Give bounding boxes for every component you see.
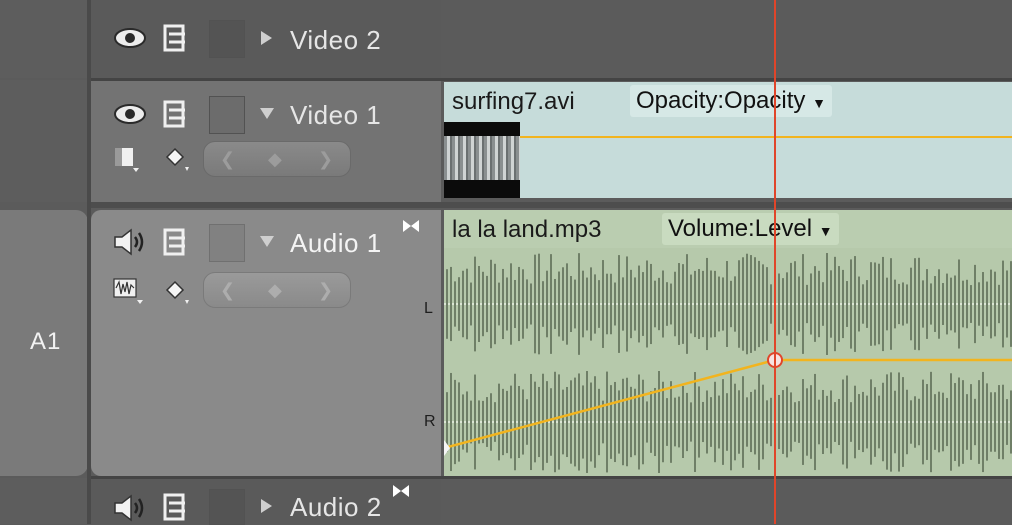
track-lock-box[interactable] <box>209 224 245 262</box>
source-patch-audio2[interactable] <box>0 478 88 524</box>
add-keyframe-icon[interactable]: ◆ <box>268 280 282 301</box>
track-lock-box[interactable] <box>209 96 245 134</box>
clip-thumbnail <box>444 122 520 198</box>
clip-property-label: Opacity:Opacity <box>636 87 806 114</box>
sync-lock-icon[interactable] <box>163 228 189 256</box>
clip-header: surfing7.avi Opacity:Opacity ▼ <box>444 82 1012 120</box>
source-patch-video2[interactable] <box>0 0 88 78</box>
source-patch-label: A1 <box>30 328 62 355</box>
keyframe-navigator[interactable]: ❮ ◆ ❯ <box>203 141 351 177</box>
channel-right-label: R <box>424 413 436 430</box>
next-keyframe-icon[interactable]: ❯ <box>318 280 333 301</box>
expand-triangle-icon[interactable] <box>261 499 272 513</box>
track-header-video2[interactable]: Video 2 <box>91 0 441 78</box>
next-keyframe-icon[interactable]: ❯ <box>318 149 333 170</box>
target-marker-icon <box>393 485 409 497</box>
track-divider <box>91 202 1012 208</box>
target-marker-icon <box>403 220 419 232</box>
eye-icon[interactable] <box>113 103 147 125</box>
chevron-down-icon[interactable]: ▼ <box>812 95 826 111</box>
playhead[interactable] <box>774 0 776 524</box>
track-header-video1[interactable]: Video 1 ❮ ◆ ❯ <box>91 81 441 202</box>
channel-left-label: L <box>424 300 433 317</box>
speaker-icon[interactable] <box>113 227 149 257</box>
sync-lock-icon[interactable] <box>163 493 189 521</box>
sync-lock-icon[interactable] <box>163 24 189 52</box>
sync-lock-icon[interactable] <box>163 100 189 128</box>
add-keyframe-icon[interactable]: ◆ <box>268 149 282 170</box>
collapse-triangle-icon[interactable] <box>260 108 274 119</box>
speaker-icon[interactable] <box>113 493 149 523</box>
track-name: Audio 2 <box>290 492 382 522</box>
clip-property-dropdown[interactable]: Opacity:Opacity ▼ <box>630 85 832 117</box>
audio-clip[interactable]: la la land.mp3 Volume:Level ▼ <box>444 210 1012 476</box>
prev-keyframe-icon[interactable]: ❮ <box>220 149 235 170</box>
keyframe-navigator[interactable]: ❮ ◆ ❯ <box>203 272 351 308</box>
track-name: Audio 1 <box>290 228 382 258</box>
track-header-audio2[interactable]: Audio 2 <box>91 479 441 525</box>
display-waveform-icon[interactable] <box>113 276 145 306</box>
display-style-icon[interactable] <box>113 144 143 174</box>
track-header-audio1[interactable]: Audio 1 ❮ ◆ ❯ L R <box>91 210 441 476</box>
video-clip[interactable]: surfing7.avi Opacity:Opacity ▼ <box>444 82 1012 198</box>
eye-icon[interactable] <box>113 27 147 49</box>
volume-rubberband[interactable] <box>444 210 1012 476</box>
clip-name: surfing7.avi <box>452 88 575 115</box>
prev-keyframe-icon[interactable]: ❮ <box>220 280 235 301</box>
diamond-icon[interactable] <box>163 145 191 173</box>
opacity-rubberband[interactable] <box>444 136 1012 138</box>
thumbnail-frame <box>444 136 520 180</box>
track-lock-box[interactable] <box>209 489 245 525</box>
track-name: Video 2 <box>290 25 382 55</box>
source-patch-video1[interactable] <box>0 80 88 202</box>
diamond-icon[interactable] <box>163 278 191 306</box>
source-patch-audio1[interactable]: A1 <box>0 210 88 476</box>
track-name: Video 1 <box>290 100 382 130</box>
expand-triangle-icon[interactable] <box>261 31 272 45</box>
track-lock-box[interactable] <box>209 20 245 58</box>
collapse-triangle-icon[interactable] <box>260 236 274 247</box>
